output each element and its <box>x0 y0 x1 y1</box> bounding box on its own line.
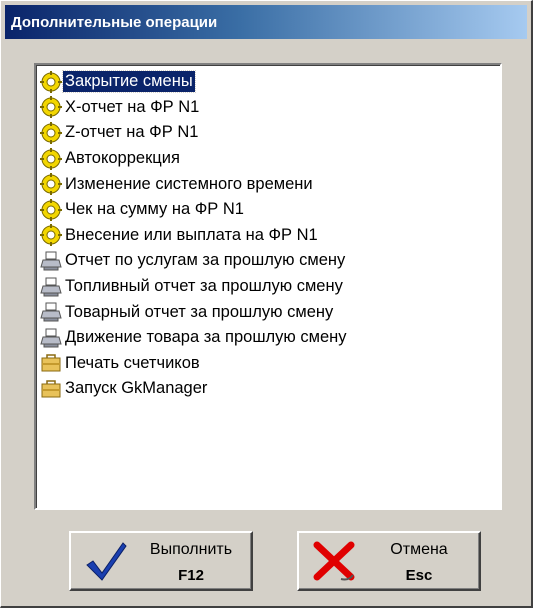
list-item-label: Чек на сумму на ФР N1 <box>65 200 244 219</box>
list-item[interactable]: Изменение системного времени <box>36 171 500 197</box>
list-item-label: Товарный отчет за прошлую смену <box>65 302 334 321</box>
printer-icon <box>40 276 62 298</box>
operations-list[interactable]: Закрытие смены X-отчет на ФР N1 Z-отчет на… <box>34 63 502 510</box>
gear-icon <box>40 198 62 221</box>
list-item[interactable]: Запуск GkManager <box>36 376 500 402</box>
briefcase-icon <box>40 352 62 374</box>
list-item[interactable]: Автокоррекция <box>36 146 500 172</box>
list-item-label: Z-отчет на ФР N1 <box>65 123 199 142</box>
list-item[interactable]: X-отчет на ФР N1 <box>36 95 500 121</box>
list-item[interactable]: Товарный отчет за прошлую смену <box>36 299 500 325</box>
list-item-label: X-отчет на ФР N1 <box>65 97 200 116</box>
cancel-button-label: Отмена <box>390 541 448 558</box>
list-item[interactable]: Отчет по услугам за прошлую смену <box>36 248 500 274</box>
list-item-label: Автокоррекция <box>65 149 180 168</box>
cancel-button-shortcut: Esc <box>405 567 433 584</box>
list-item-label: Движение товара за прошлую смену <box>65 328 347 347</box>
list-item[interactable]: Топливный отчет за прошлую смену <box>36 274 500 300</box>
execute-button[interactable]: Выполнить F12 <box>69 531 253 591</box>
window-title: Дополнительные операции <box>11 13 218 31</box>
cancel-button[interactable]: Отмена Esc <box>297 531 481 591</box>
list-item[interactable]: Z-отчет на ФР N1 <box>36 120 500 146</box>
printer-icon <box>40 250 62 272</box>
list-item[interactable]: Движение товара за прошлую смену <box>36 325 500 351</box>
gear-icon <box>40 173 62 196</box>
list-item-label: Топливный отчет за прошлую смену <box>65 277 343 296</box>
briefcase-icon <box>40 378 62 400</box>
list-item[interactable]: Чек на сумму на ФР N1 <box>36 197 500 223</box>
title-bar[interactable]: Дополнительные операции <box>5 5 527 39</box>
list-item-label: Печать счетчиков <box>65 353 200 372</box>
list-item[interactable]: Внесение или выплата на ФР N1 <box>36 223 500 249</box>
checkmark-icon <box>86 542 127 581</box>
printer-icon <box>40 301 62 323</box>
printer-icon <box>40 327 62 349</box>
list-item[interactable]: Печать счетчиков <box>36 351 500 377</box>
list-item-label: Закрытие смены <box>62 70 196 94</box>
execute-button-shortcut: F12 <box>178 567 204 584</box>
list-item-label: Изменение системного времени <box>65 174 313 193</box>
gear-icon <box>40 96 62 119</box>
list-item-label: Отчет по услугам за прошлую смену <box>65 251 346 270</box>
list-item-label: Запуск GkManager <box>65 379 208 398</box>
gear-icon <box>40 147 62 170</box>
gear-icon <box>40 121 62 144</box>
gear-icon <box>40 70 62 93</box>
list-item-label: Внесение или выплата на ФР N1 <box>65 225 318 244</box>
dialog-window: Дополнительные операции Закрытие смены X-… <box>0 0 533 608</box>
gear-icon <box>40 224 62 247</box>
cross-icon <box>313 541 355 581</box>
list-item[interactable]: Закрытие смены <box>36 69 500 95</box>
execute-button-label: Выполнить <box>149 541 233 558</box>
